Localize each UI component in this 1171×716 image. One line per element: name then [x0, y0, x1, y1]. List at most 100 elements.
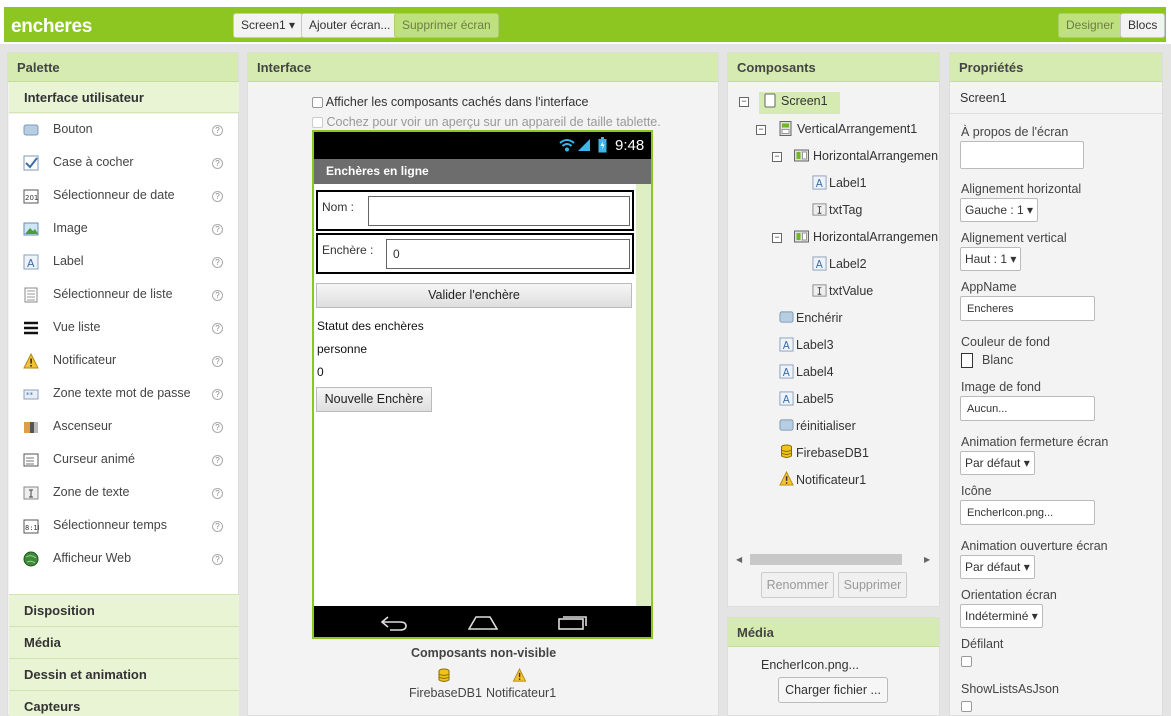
palette-item-label: Zone de texte — [53, 485, 130, 499]
close-anim-select[interactable]: Par défaut ▾ — [960, 451, 1035, 475]
scrollable-checkbox[interactable] — [961, 656, 972, 667]
tree-item-txttag[interactable]: txtTag — [812, 201, 932, 223]
label-icon: A — [812, 175, 827, 190]
label-icon: A — [23, 254, 39, 270]
palette-item-notifier[interactable]: Notificateur ? — [9, 345, 239, 378]
tree-item-horizontalarrangement1[interactable]: − HorizontalArrangemen — [772, 147, 939, 169]
help-icon[interactable]: ? — [212, 125, 223, 136]
tree-item-notificateur1[interactable]: Notificateur1 — [779, 471, 929, 493]
screen-scrollbar[interactable] — [636, 184, 651, 606]
tree-item-reinitialiser[interactable]: réinitialiser — [779, 417, 929, 439]
svg-text:A: A — [27, 257, 35, 270]
scroll-right-icon[interactable]: ▶ — [924, 555, 930, 564]
validate-bid-button[interactable]: Valider l'enchère — [316, 283, 632, 308]
color-swatch[interactable] — [961, 353, 973, 368]
open-anim-select[interactable]: Par défaut ▾ — [960, 555, 1035, 579]
showlists-checkbox[interactable] — [961, 701, 972, 712]
tablet-preview-checkbox[interactable] — [312, 117, 323, 129]
collapse-toggle[interactable]: − — [739, 97, 749, 107]
show-hidden-checkbox[interactable] — [312, 97, 323, 109]
add-screen-button[interactable]: Ajouter écran... — [301, 13, 399, 38]
palette-item-checkbox[interactable]: Case à cocher ? — [9, 147, 239, 180]
tree-horizontal-scrollbar[interactable]: ◀ ▶ — [736, 552, 932, 567]
blocks-button[interactable]: Blocs — [1120, 13, 1166, 38]
back-icon[interactable] — [380, 615, 408, 631]
palette-item-slider[interactable]: Ascenseur ? — [9, 411, 239, 444]
show-hidden-option[interactable]: Afficher les composants cachés dans l'in… — [312, 95, 589, 109]
tree-item-label1[interactable]: A Label1 — [812, 174, 932, 196]
palette-item-textbox[interactable]: Zone de texte ? — [9, 477, 239, 510]
enchere-input[interactable]: 0 — [386, 239, 630, 269]
tree-item-verticalarrangement1[interactable]: − VerticalArrangement1 — [756, 120, 939, 142]
home-icon[interactable] — [468, 614, 498, 630]
appname-input[interactable]: Encheres — [960, 296, 1095, 321]
rename-button[interactable]: Renommer — [761, 572, 834, 598]
collapse-toggle[interactable]: − — [772, 233, 782, 243]
help-icon[interactable]: ? — [212, 521, 223, 532]
palette-item-button[interactable]: Bouton ? — [9, 114, 239, 147]
nonvisible-notifier[interactable]: Notificateur1 — [486, 686, 556, 700]
tree-item-label3[interactable]: A Label3 — [779, 336, 929, 358]
recent-apps-icon[interactable] — [558, 614, 588, 630]
help-icon[interactable]: ? — [212, 554, 223, 565]
nom-input[interactable] — [368, 196, 630, 226]
tree-item-firebasedb1[interactable]: FirebaseDB1 — [779, 444, 929, 466]
palette-item-listpicker[interactable]: Sélectionneur de liste ? — [9, 279, 239, 312]
orientation-select[interactable]: Indéterminé ▾ — [960, 604, 1043, 628]
palette-item-spinner[interactable]: Curseur animé ? — [9, 444, 239, 477]
palette-category-ui[interactable]: Interface utilisateur — [9, 82, 239, 113]
palette-category-drawing[interactable]: Dessin et animation — [9, 658, 239, 690]
palette-item-datepicker[interactable]: 2011 Sélectionneur de date ? — [9, 180, 239, 213]
tree-item-txtvalue[interactable]: txtValue — [812, 282, 932, 304]
collapse-toggle[interactable]: − — [772, 152, 782, 162]
help-icon[interactable]: ? — [212, 158, 223, 169]
scroll-left-icon[interactable]: ◀ — [736, 555, 742, 564]
tree-item-label4[interactable]: A Label4 — [779, 363, 929, 385]
icon-input[interactable]: EncherIcon.png... — [960, 500, 1095, 525]
halign-select[interactable]: Gauche : 1 ▾ — [960, 198, 1039, 222]
palette-item-image[interactable]: Image ? — [9, 213, 239, 246]
valign-select[interactable]: Haut : 1 ▾ — [960, 247, 1022, 271]
remove-screen-button[interactable]: Supprimer écran — [394, 13, 499, 38]
help-icon[interactable]: ? — [212, 191, 223, 202]
about-textarea[interactable] — [960, 141, 1084, 169]
designer-button[interactable]: Designer — [1058, 13, 1123, 38]
palette-category-sensors[interactable]: Capteurs — [9, 690, 239, 716]
tree-label: FirebaseDB1 — [796, 446, 869, 460]
new-bid-button[interactable]: Nouvelle Enchère — [316, 387, 432, 412]
help-icon[interactable]: ? — [212, 356, 223, 367]
palette-item-label[interactable]: A Label ? — [9, 246, 239, 279]
screen-select[interactable]: Screen1 ▾ — [233, 13, 304, 38]
help-icon[interactable]: ? — [212, 257, 223, 268]
palette-item-password[interactable]: ** Zone texte mot de passe ? — [9, 378, 239, 411]
palette-item-webviewer[interactable]: Afficheur Web ? — [9, 543, 239, 576]
tree-item-label5[interactable]: A Label5 — [779, 390, 929, 412]
help-icon[interactable]: ? — [212, 323, 223, 334]
palette-category-media[interactable]: Média — [9, 626, 239, 658]
nonvisible-firebase[interactable]: FirebaseDB1 — [409, 686, 482, 700]
help-icon[interactable]: ? — [212, 422, 223, 433]
scroll-thumb[interactable] — [750, 554, 902, 565]
slider-icon — [24, 422, 38, 433]
palette-item-listview[interactable]: Vue liste ? — [9, 312, 239, 345]
help-icon[interactable]: ? — [212, 488, 223, 499]
palette-item-timepicker[interactable]: 8:10 Sélectionneur temps ? — [9, 510, 239, 543]
tablet-preview-option[interactable]: Cochez pour voir un aperçu sur un appare… — [312, 115, 661, 129]
help-icon[interactable]: ? — [212, 290, 223, 301]
tree-item-screen1[interactable]: − Screen1 — [739, 92, 939, 114]
palette-list: Bouton ? Case à cocher ? 2011 Sélectionn… — [9, 114, 239, 647]
help-icon[interactable]: ? — [212, 224, 223, 235]
tree-item-label2[interactable]: A Label2 — [812, 255, 932, 277]
tree-item-horizontalarrangement2[interactable]: − HorizontalArrangemen — [772, 228, 939, 250]
help-icon[interactable]: ? — [212, 389, 223, 400]
bgimage-input[interactable]: Aucun... — [960, 396, 1095, 421]
media-file[interactable]: EncherIcon.png... — [761, 658, 859, 672]
collapse-toggle[interactable]: − — [756, 125, 766, 135]
upload-file-button[interactable]: Charger fichier ... — [778, 677, 888, 703]
palette-category-layout[interactable]: Disposition — [9, 594, 239, 626]
svg-text:A: A — [783, 367, 790, 379]
delete-button[interactable]: Supprimer — [838, 572, 907, 598]
tree-item-encherir[interactable]: Enchérir — [779, 309, 929, 331]
bgcolor-value[interactable]: Blanc — [982, 353, 1013, 367]
help-icon[interactable]: ? — [212, 455, 223, 466]
